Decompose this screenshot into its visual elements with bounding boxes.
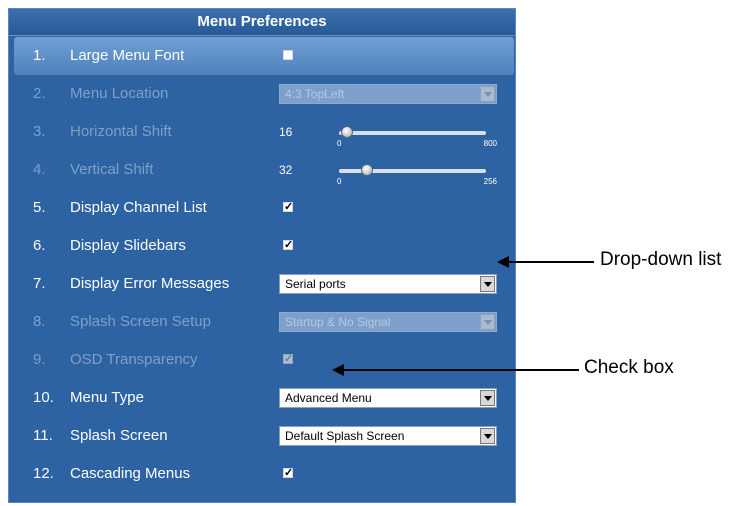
dropdown-value: Default Splash Screen: [285, 429, 405, 443]
row-number: 4.: [33, 161, 46, 178]
slider-max: 256: [483, 177, 497, 186]
dropdown-callout-label: Drop-down list: [600, 249, 722, 270]
row-number: 6.: [33, 237, 46, 254]
display-error-messages-dropdown[interactable]: Serial ports: [279, 274, 497, 294]
callout-line: [507, 261, 594, 263]
row-number: 9.: [33, 351, 46, 368]
row-osd-transparency: 9. OSD Transparency ✓: [9, 341, 515, 379]
slider-min: 0: [337, 177, 342, 186]
chevron-down-icon[interactable]: [480, 390, 495, 406]
dropdown-value: Serial ports: [285, 277, 346, 291]
row-label: Splash Screen Setup: [70, 313, 211, 330]
splash-screen-dropdown[interactable]: Default Splash Screen: [279, 426, 497, 446]
chevron-down-icon[interactable]: [480, 276, 495, 292]
row-label: Menu Location: [70, 85, 169, 102]
row-menu-location: 2. Menu Location 4:3 TopLeft: [9, 75, 515, 113]
row-number: 3.: [33, 123, 46, 140]
slider-max: 800: [483, 139, 497, 148]
dropdown-value: Startup & No Signal: [285, 315, 391, 329]
row-menu-type[interactable]: 10. Menu Type Advanced Menu: [9, 379, 515, 417]
row-label: Cascading Menus: [70, 465, 191, 482]
row-splash-screen-setup: 8. Splash Screen Setup Startup & No Sign…: [9, 303, 515, 341]
row-number: 8.: [33, 313, 46, 330]
row-label: Display Slidebars: [70, 237, 186, 254]
chevron-down-icon[interactable]: [480, 428, 495, 444]
row-label: Large Menu Font: [70, 47, 185, 64]
osd-transparency-checkbox: ✓: [283, 353, 294, 365]
chevron-down-icon: [480, 314, 495, 330]
checkbox-callout-label: Check box: [584, 357, 674, 378]
dropdown-value: 4:3 TopLeft: [285, 87, 345, 101]
callout-line: [342, 369, 579, 371]
row-label: Display Error Messages: [70, 275, 230, 292]
row-display-error-messages[interactable]: 7. Display Error Messages Serial ports: [9, 265, 515, 303]
row-number: 11.: [33, 427, 53, 444]
menu-type-dropdown[interactable]: Advanced Menu: [279, 388, 497, 408]
vertical-shift-value: 32: [279, 163, 293, 177]
row-horizontal-shift: 3. Horizontal Shift 16 0 800: [9, 113, 515, 151]
row-label: Horizontal Shift: [70, 123, 172, 140]
row-number: 5.: [33, 199, 46, 216]
menu-preferences-panel: Menu Preferences 1. Large Menu Font 2. M…: [8, 8, 516, 503]
row-number: 1.: [33, 47, 46, 64]
row-label: Menu Type: [70, 389, 144, 406]
menu-location-dropdown: 4:3 TopLeft: [279, 84, 497, 104]
row-number: 12.: [33, 465, 54, 482]
dropdown-value: Advanced Menu: [285, 391, 372, 405]
row-cascading-menus[interactable]: 12. Cascading Menus ✓: [9, 455, 515, 493]
row-display-channel-list[interactable]: 5. Display Channel List ✓: [9, 189, 515, 227]
row-vertical-shift: 4. Vertical Shift 32 0 256: [9, 151, 515, 189]
slider-thumb: [341, 126, 353, 138]
horizontal-shift-slider: [339, 126, 486, 138]
vertical-shift-slider: [339, 164, 486, 176]
row-label: OSD Transparency: [70, 351, 198, 368]
row-label: Splash Screen: [70, 427, 168, 444]
row-label: Display Channel List: [70, 199, 207, 216]
row-number: 10.: [33, 389, 54, 406]
horizontal-shift-value: 16: [279, 125, 293, 139]
row-number: 7.: [33, 275, 46, 292]
large-menu-font-checkbox[interactable]: [283, 50, 293, 60]
row-large-menu-font[interactable]: 1. Large Menu Font: [14, 37, 514, 75]
splash-screen-setup-dropdown: Startup & No Signal: [279, 312, 497, 332]
display-slidebars-checkbox[interactable]: ✓: [283, 240, 293, 251]
row-splash-screen[interactable]: 11. Splash Screen Default Splash Screen: [9, 417, 515, 455]
slider-min: 0: [337, 139, 342, 148]
row-label: Vertical Shift: [70, 161, 154, 178]
slider-thumb: [361, 164, 373, 176]
display-channel-list-checkbox[interactable]: ✓: [283, 202, 293, 213]
panel-title: Menu Preferences: [9, 9, 515, 36]
row-display-slidebars[interactable]: 6. Display Slidebars ✓: [9, 227, 515, 265]
cascading-menus-checkbox[interactable]: ✓: [283, 468, 293, 479]
row-number: 2.: [33, 85, 46, 102]
chevron-down-icon: [480, 86, 495, 102]
